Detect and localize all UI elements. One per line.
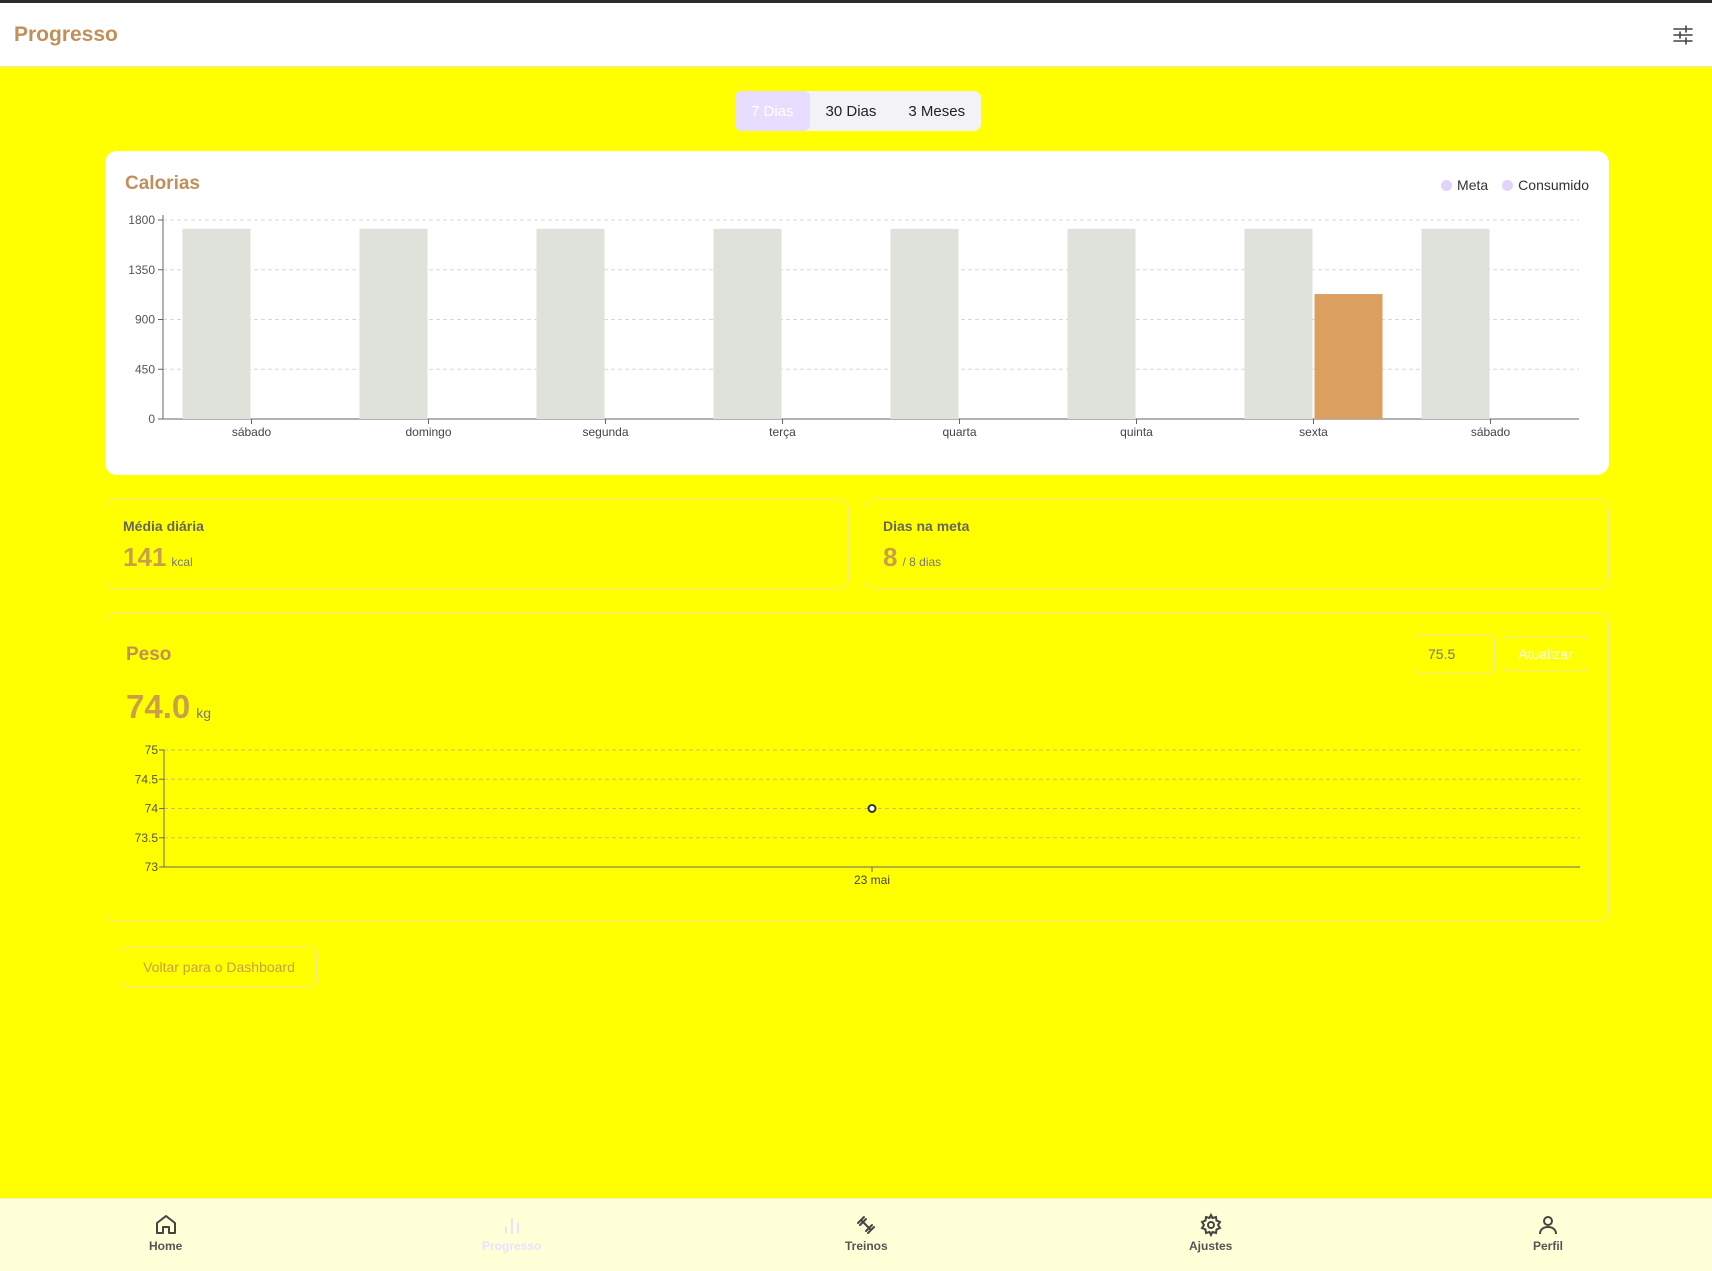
y-tick-label: 0	[148, 412, 155, 426]
bar-chart-icon	[504, 1218, 519, 1234]
bar-meta-1	[359, 228, 428, 419]
peso-input[interactable]	[1415, 634, 1495, 674]
peso-point	[867, 804, 877, 813]
nav-ajustes[interactable]: Ajustes	[1189, 1213, 1232, 1253]
update-peso-button[interactable]: Atualizar	[1503, 636, 1588, 672]
y-tick-label: 1800	[128, 213, 155, 227]
app-header: Progresso	[0, 3, 1712, 67]
period-selector: 7 Dias 30 Dias 3 Meses	[735, 91, 982, 131]
x-tick-label: terça	[769, 425, 796, 439]
bar-meta-7	[1421, 228, 1490, 419]
stat-meta-value: 8	[883, 542, 898, 572]
calorias-chart: 0 450 900 1350 1800 sábado domingo segunda terça…	[128, 213, 1579, 439]
peso-current: 74.0 kg	[126, 688, 211, 726]
y-tick-label: 73.5	[135, 831, 159, 845]
y-tick-label: 450	[135, 362, 155, 376]
nav-ajustes-label: Ajustes	[1189, 1239, 1233, 1253]
home-icon	[155, 1215, 176, 1234]
nav-home-label: Home	[149, 1239, 183, 1253]
x-tick-label: 23 mai	[854, 873, 890, 887]
y-tick-label: 1350	[128, 263, 155, 277]
x-tick-label: sábado	[232, 425, 272, 439]
bar-meta-0	[182, 228, 251, 419]
x-tick-label: segunda	[582, 425, 628, 439]
nav-progresso[interactable]: Progresso	[482, 1213, 541, 1253]
x-tick-label: sexta	[1299, 425, 1328, 439]
y-tick-label: 74	[145, 802, 159, 816]
x-tick-label: quarta	[942, 425, 976, 439]
nav-home[interactable]: Home	[149, 1213, 182, 1253]
user-icon	[1539, 1216, 1557, 1235]
peso-card: Peso 73 73.5 74 74.5 75 23 mai	[105, 613, 1609, 922]
stat-meta-value-group: 8 / 8 dias	[883, 542, 941, 573]
peso-unit: kg	[196, 705, 212, 721]
dumbbell-icon	[857, 1216, 876, 1234]
calorias-card: Calorias Meta Consumido 0 450 900 1350 1800 s…	[105, 151, 1609, 475]
filter-button[interactable]	[1668, 20, 1698, 50]
nav-perfil[interactable]: Perfil	[1533, 1213, 1563, 1253]
x-tick-label: domingo	[405, 425, 451, 439]
gear-icon	[1200, 1213, 1222, 1237]
nav-progresso-label: Progresso	[482, 1239, 542, 1253]
stat-meta-label: Dias na meta	[883, 518, 970, 534]
bar-meta-3	[713, 228, 782, 419]
tab-30-dias[interactable]: 30 Dias	[810, 91, 893, 131]
bar-consumido-6	[1314, 294, 1383, 419]
y-tick-label: 900	[135, 313, 155, 327]
nav-treinos[interactable]: Treinos	[845, 1213, 888, 1253]
bar-meta-4	[890, 228, 959, 419]
y-tick-label: 75	[145, 743, 159, 757]
stat-media-label: Média diária	[123, 518, 204, 534]
bar-meta-2	[536, 228, 605, 419]
bottom-nav: Home Progresso Treinos Ajustes Perfil	[0, 1198, 1712, 1271]
peso-chart: 73 73.5 74 74.5 75 23 mai	[135, 743, 1580, 887]
stat-media-diaria: Média diária 141 kcal	[105, 499, 849, 589]
nav-perfil-label: Perfil	[1533, 1239, 1564, 1253]
sliders-icon	[1673, 24, 1693, 45]
nav-treinos-label: Treinos	[845, 1239, 888, 1253]
bar-meta-6	[1244, 228, 1313, 419]
tab-3-meses[interactable]: 3 Meses	[892, 91, 981, 131]
y-tick-label: 74.5	[135, 772, 159, 786]
page-title: Progresso	[14, 22, 118, 46]
stat-media-value-group: 141 kcal	[123, 542, 193, 573]
x-tick-label: sábado	[1471, 425, 1511, 439]
peso-current-value: 74.0	[126, 688, 191, 725]
y-tick-label: 73	[145, 860, 159, 874]
back-to-dashboard-button[interactable]: Voltar para o Dashboard	[121, 947, 317, 987]
stat-media-unit: kcal	[171, 555, 193, 569]
stat-dias-na-meta: Dias na meta 8 / 8 dias	[865, 499, 1609, 589]
bar-meta-5	[1067, 228, 1136, 419]
x-tick-label: quinta	[1120, 425, 1153, 439]
tab-7-dias[interactable]: 7 Dias	[735, 91, 810, 131]
stat-meta-unit: / 8 dias	[902, 555, 942, 569]
stat-media-value: 141	[123, 542, 167, 572]
